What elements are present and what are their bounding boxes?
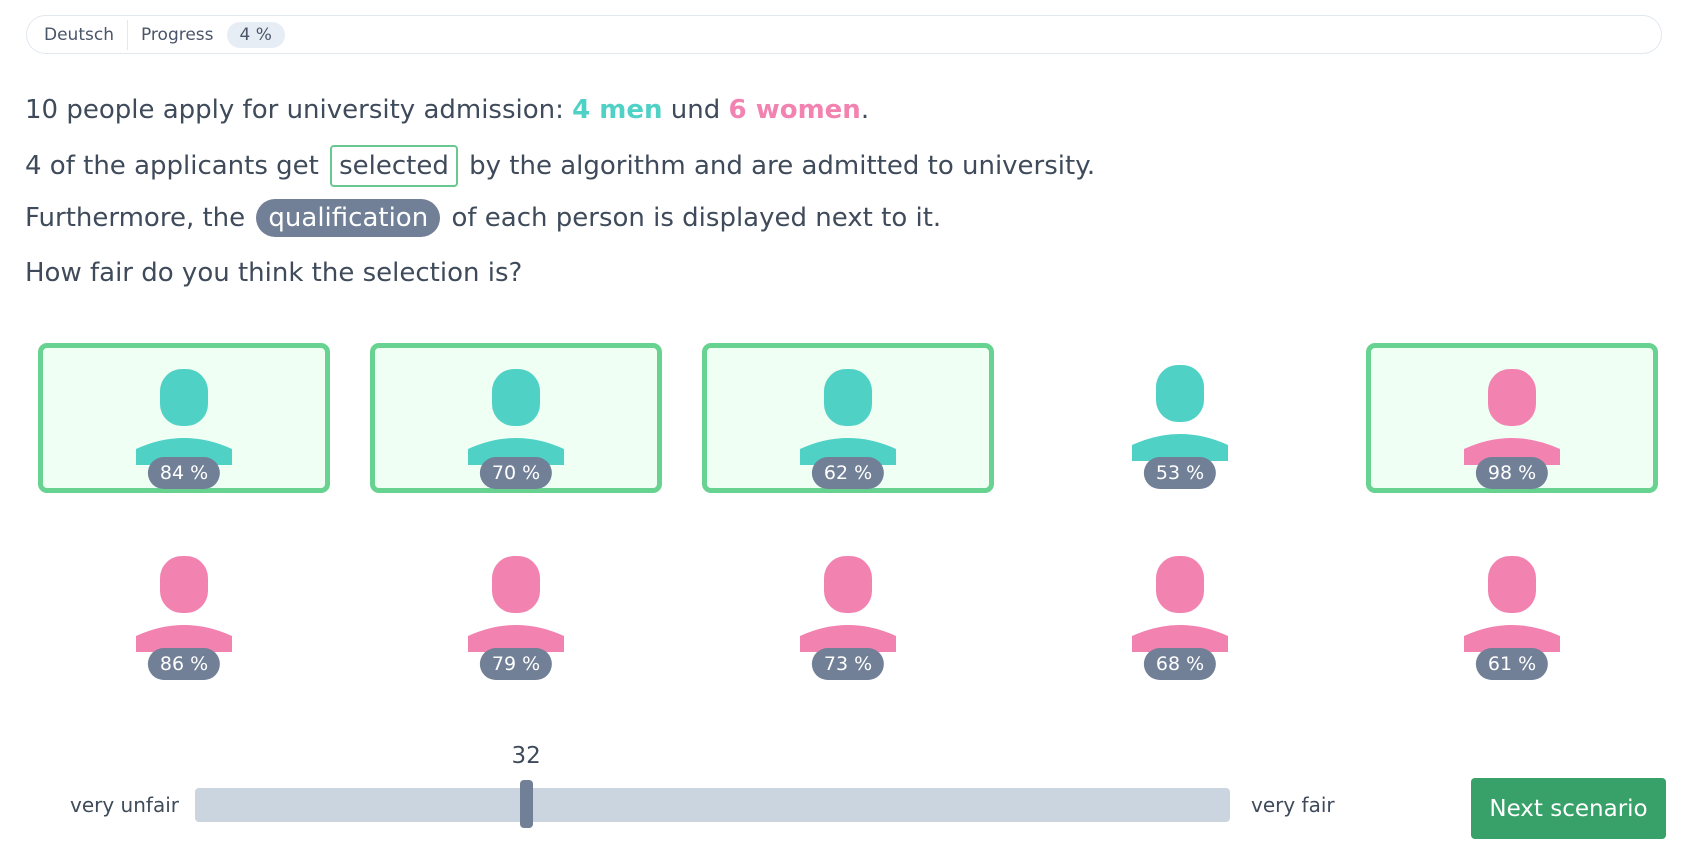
language-switch[interactable]: Deutsch [44,19,128,50]
slider-value: 32 [511,743,541,769]
next-scenario-button[interactable]: Next scenario [1471,778,1666,839]
applicant-card: 61 % [1366,534,1658,684]
selected-legend: selected [330,145,458,187]
intro-und: und [662,95,729,125]
intro-line-3-prefix: Furthermore, the [25,203,254,233]
person-icon [1132,556,1228,652]
slider-right-label: very fair [1251,793,1335,817]
person-icon [800,369,896,465]
qualification-badge: 68 % [1143,648,1217,680]
intro-line-2-suffix: by the algorithm and are admitted to uni… [460,151,1096,181]
person-icon [136,556,232,652]
intro-line-1-prefix: 10 people apply for university admission… [25,95,573,125]
men-count: 4 men [572,95,663,125]
qualification-badge: 53 % [1143,457,1217,489]
qualification-badge: 79 % [479,648,553,680]
applicant-card: 86 % [38,534,330,684]
applicant-card: 73 % [702,534,994,684]
intro-line-3: Furthermore, the qualification of each p… [25,199,941,237]
fairness-slider-track[interactable] [195,788,1230,822]
intro-line-1: 10 people apply for university admission… [25,95,869,125]
intro-line-2-prefix: 4 of the applicants get [25,151,328,181]
qualification-badge: 61 % [1475,648,1549,680]
person-icon [1464,369,1560,465]
applicant-card: 62 % [702,343,994,493]
qualification-badge: 86 % [147,648,221,680]
fairness-slider-thumb[interactable] [520,780,534,828]
person-icon [1132,365,1228,461]
person-icon [800,556,896,652]
applicant-card: 53 % [1034,343,1326,493]
qualification-badge: 84 % [147,457,221,489]
intro-line-3-suffix: of each person is displayed next to it. [443,203,942,233]
applicant-card: 79 % [370,534,662,684]
progress-badge: 4 % [226,21,285,48]
applicant-card: 84 % [38,343,330,493]
intro-line-1-suffix: . [860,95,870,125]
person-icon [136,369,232,465]
qualification-badge: 73 % [811,648,885,680]
intro-line-2: 4 of the applicants get selected by the … [25,145,1095,187]
applicant-card: 68 % [1034,534,1326,684]
slider-left-label: very unfair [70,793,179,817]
progress-label: Progress [140,24,214,45]
person-icon [1464,556,1560,652]
question: How fair do you think the selection is? [25,258,523,288]
applicant-card: 98 % [1366,343,1658,493]
women-count: 6 women [728,95,861,125]
qualification-badge: 62 % [811,457,885,489]
qualification-badge: 70 % [479,457,553,489]
person-icon [468,556,564,652]
applicant-card: 70 % [370,343,662,493]
top-bar: Deutsch Progress 4 % [26,15,1662,54]
qualification-legend: qualification [256,199,441,237]
qualification-badge: 98 % [1475,457,1549,489]
person-icon [468,369,564,465]
